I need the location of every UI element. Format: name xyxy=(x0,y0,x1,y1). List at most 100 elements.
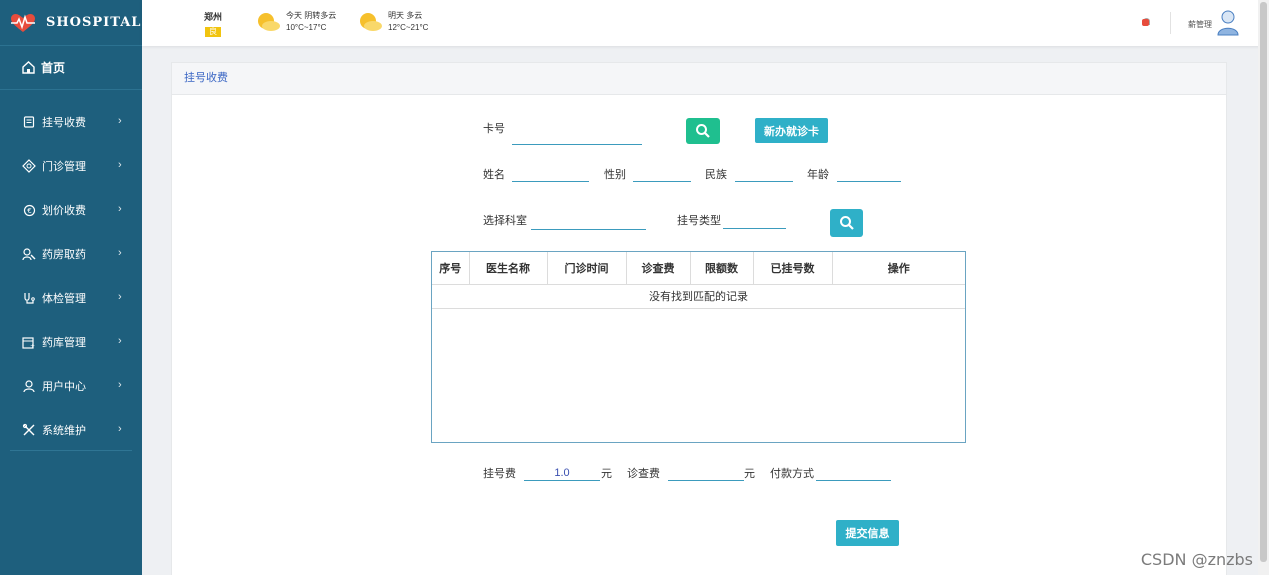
sidebar-item-label: 首页 xyxy=(41,61,66,75)
sidebar-item-home[interactable]: 首页 xyxy=(0,46,142,90)
yuan-unit: 元 xyxy=(744,468,755,480)
name-label: 姓名 xyxy=(483,169,505,181)
sidebar-item-label: 挂号收费 xyxy=(42,117,86,129)
watermark: CSDN @znzbs xyxy=(1140,550,1253,569)
sidebar-item-label: 体检管理 xyxy=(42,293,86,305)
weather-tomorrow-temp: 12°C~21°C xyxy=(388,23,429,32)
sidebar-item-pharmacy[interactable]: 药房取药 › xyxy=(0,232,142,276)
heartbeat-logo-icon xyxy=(11,13,35,32)
department-select[interactable] xyxy=(531,214,646,230)
weather-today-label: 今天 xyxy=(286,11,302,20)
column-header[interactable]: 医生名称 xyxy=(469,252,548,285)
table-row: 没有找到匹配的记录 xyxy=(432,284,965,309)
pricing-icon: € xyxy=(22,203,36,217)
pill-icon xyxy=(22,247,36,261)
registration-type-label: 挂号类型 xyxy=(677,215,721,227)
column-header[interactable]: 诊查费 xyxy=(626,252,691,285)
department-search-button[interactable] xyxy=(830,209,863,237)
svg-text:€: € xyxy=(27,207,31,215)
card-number-input[interactable] xyxy=(512,129,642,145)
weather-today-condition: 阴转多云 xyxy=(304,11,337,20)
tools-icon xyxy=(22,423,36,437)
chevron-right-icon: › xyxy=(118,159,122,171)
sidebar-item-registration[interactable]: 挂号收费 › xyxy=(0,100,142,144)
name-input[interactable] xyxy=(512,166,589,182)
chevron-right-icon: › xyxy=(118,247,122,259)
age-input[interactable] xyxy=(837,166,901,182)
new-card-button[interactable]: 新办就诊卡 xyxy=(755,118,828,143)
page-scrollbar[interactable] xyxy=(1258,0,1269,575)
registration-fee-input[interactable] xyxy=(524,465,600,481)
chevron-right-icon: › xyxy=(118,291,122,303)
air-quality-badge: 良 xyxy=(205,27,221,37)
sidebar-item-pricing[interactable]: € 划价收费 › xyxy=(0,188,142,232)
sun-cloud-icon xyxy=(360,13,382,31)
payment-method-select[interactable] xyxy=(816,465,891,481)
panel-title: 挂号收费 xyxy=(172,63,1226,95)
table-header-row: 序号 医生名称 门诊时间 诊查费 限额数 已挂号数 操作 xyxy=(432,252,965,285)
registration-panel: 挂号收费 卡号 新办就诊卡 姓名 性别 民族 年龄 选择科室 挂号类型 序号 医… xyxy=(171,62,1227,575)
user-name[interactable]: 薪管理 xyxy=(1188,19,1212,30)
column-header[interactable]: 限额数 xyxy=(690,252,754,285)
weather-tomorrow-label: 明天 xyxy=(388,11,404,20)
city-name: 郑州 xyxy=(204,12,223,22)
sidebar-item-system[interactable]: 系统维护 › xyxy=(0,408,142,452)
brand[interactable]: SHOSPITAL xyxy=(0,0,142,46)
ethnicity-label: 民族 xyxy=(705,169,727,181)
weather-tomorrow-condition: 多云 xyxy=(406,11,423,20)
card-icon xyxy=(22,115,36,129)
sidebar-item-checkup[interactable]: 体检管理 › xyxy=(0,276,142,320)
sidebar-item-label: 药房取药 xyxy=(42,249,86,261)
yuan-unit: 元 xyxy=(601,468,612,480)
registration-type-select[interactable] xyxy=(723,213,786,229)
svg-text:+: + xyxy=(30,343,35,349)
sidebar-item-label: 用户中心 xyxy=(42,381,86,393)
payment-method-label: 付款方式 xyxy=(770,468,814,480)
age-label: 年龄 xyxy=(807,169,829,181)
sun-cloud-icon xyxy=(258,13,280,31)
column-header[interactable]: 已挂号数 xyxy=(753,252,833,285)
empty-table-message: 没有找到匹配的记录 xyxy=(432,284,965,309)
ethnicity-input[interactable] xyxy=(735,166,793,182)
sidebar-item-warehouse[interactable]: + 药库管理 › xyxy=(0,320,142,364)
weather-today: 今天 阴转多云 10°C~17°C xyxy=(254,10,336,34)
weather-tomorrow: 明天 多云 12°C~21°C xyxy=(356,10,428,34)
topbar-divider xyxy=(1170,12,1171,34)
brand-name: SHOSPITAL xyxy=(46,15,142,30)
chevron-right-icon: › xyxy=(118,379,122,391)
sidebar: SHOSPITAL 首页 挂号收费 › 门诊管理 › € 划价收费 › 药房取药 xyxy=(0,0,142,575)
department-label: 选择科室 xyxy=(483,215,527,227)
doctor-table: 序号 医生名称 门诊时间 诊查费 限额数 已挂号数 操作 没有找到匹配的记录 xyxy=(431,251,966,443)
city-widget: 郑州 良 xyxy=(204,10,222,37)
avatar-icon[interactable] xyxy=(1217,10,1239,36)
card-search-button[interactable] xyxy=(686,118,720,144)
chevron-right-icon: › xyxy=(118,115,122,127)
search-icon xyxy=(839,216,854,230)
chevron-right-icon: › xyxy=(118,335,122,347)
top-bar: 郑州 良 今天 阴转多云 10°C~17°C 明天 多云 12°C~21°C 薪… xyxy=(142,0,1269,46)
exam-fee-label: 诊查费 xyxy=(627,468,660,480)
sidebar-item-label: 门诊管理 xyxy=(42,161,86,173)
sidebar-item-user-center[interactable]: 用户中心 › xyxy=(0,364,142,408)
weather-today-temp: 10°C~17°C xyxy=(286,23,327,32)
gender-input[interactable] xyxy=(633,166,691,182)
column-header[interactable]: 门诊时间 xyxy=(547,252,627,285)
home-icon xyxy=(22,61,35,74)
warehouse-icon: + xyxy=(22,335,36,349)
sidebar-item-outpatient[interactable]: 门诊管理 › xyxy=(0,144,142,188)
notification-badge xyxy=(1142,19,1149,26)
search-icon xyxy=(696,124,710,138)
chevron-right-icon: › xyxy=(118,423,122,435)
exam-fee-input[interactable] xyxy=(668,465,744,481)
sidebar-item-label: 系统维护 xyxy=(42,425,86,437)
sidebar-item-label: 药库管理 xyxy=(42,337,86,349)
checkup-icon xyxy=(22,291,36,305)
column-header[interactable]: 序号 xyxy=(432,252,470,285)
sidebar-item-label: 划价收费 xyxy=(42,205,86,217)
submit-button[interactable]: 提交信息 xyxy=(836,520,899,546)
registration-fee-label: 挂号费 xyxy=(483,468,516,480)
scrollbar-thumb[interactable] xyxy=(1260,2,1267,562)
stethoscope-icon xyxy=(22,159,36,173)
column-header[interactable]: 操作 xyxy=(832,252,965,285)
card-number-label: 卡号 xyxy=(483,123,505,135)
